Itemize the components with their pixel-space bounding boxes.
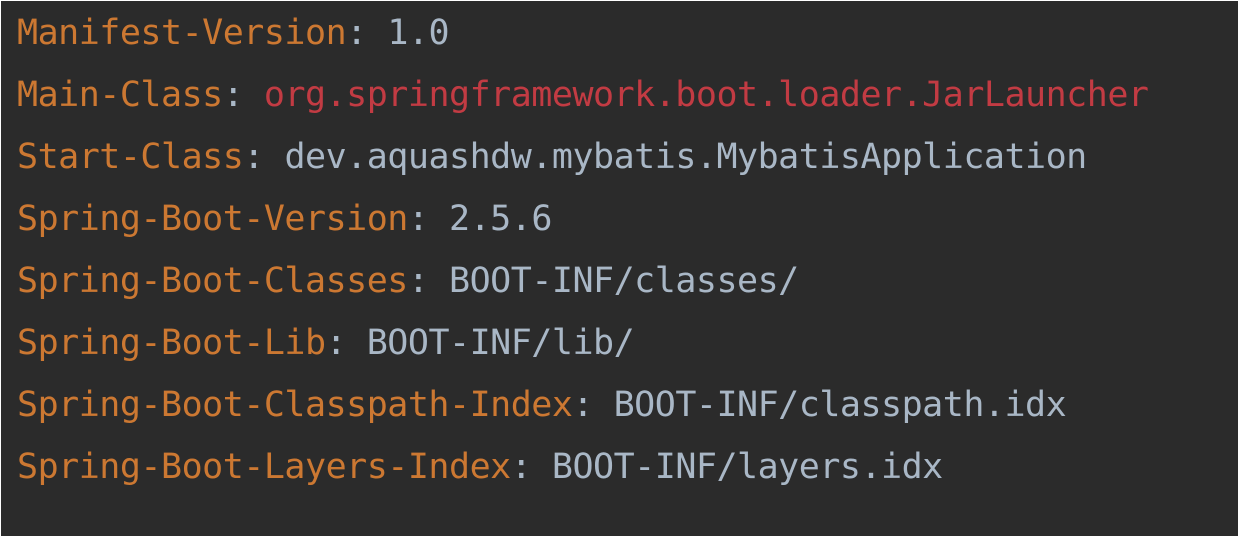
- manifest-value: BOOT-INF/layers.idx: [551, 447, 943, 487]
- manifest-key: Spring-Boot-Classes: [17, 261, 408, 301]
- key-value-separator: :: [243, 137, 285, 177]
- manifest-value: dev.aquashdw.mybatis.MybatisApplication: [284, 137, 1087, 177]
- key-value-separator: :: [346, 13, 388, 53]
- manifest-key: Start-Class: [17, 137, 244, 177]
- manifest-line-start-class: Start-Class: dev.aquashdw.mybatis.Mybati…: [17, 134, 1238, 196]
- manifest-line-spring-boot-version: Spring-Boot-Version: 2.5.6: [17, 196, 1238, 258]
- key-value-separator: :: [407, 199, 450, 239]
- manifest-value: BOOT-INF/lib/: [366, 323, 635, 363]
- manifest-line-spring-boot-classes: Spring-Boot-Classes: BOOT-INF/classes/: [17, 258, 1238, 320]
- manifest-line-spring-boot-classpath-index: Spring-Boot-Classpath-Index: BOOT-INF/cl…: [17, 382, 1238, 444]
- manifest-value: BOOT-INF/classes/: [449, 261, 799, 301]
- manifest-key: Spring-Boot-Layers-Index: [17, 447, 511, 487]
- manifest-key: Spring-Boot-Classpath-Index: [17, 385, 573, 425]
- manifest-line-spring-boot-lib: Spring-Boot-Lib: BOOT-INF/lib/: [17, 320, 1238, 382]
- key-value-separator: :: [510, 447, 552, 487]
- manifest-key: Spring-Boot-Version: [17, 199, 408, 239]
- manifest-line-main-class: Main-Class: org.springframework.boot.loa…: [17, 72, 1238, 134]
- manifest-value-highlighted: org.springframework.boot.loader.JarLaunc…: [263, 75, 1149, 115]
- manifest-value: 1.0: [387, 13, 450, 53]
- manifest-key: Manifest-Version: [17, 13, 347, 53]
- manifest-line-manifest-version: Manifest-Version: 1.0: [17, 10, 1238, 72]
- key-value-separator: :: [407, 261, 450, 301]
- key-value-separator: :: [222, 75, 264, 115]
- manifest-key: Spring-Boot-Lib: [17, 323, 326, 363]
- manifest-key: Main-Class: [17, 75, 223, 115]
- manifest-value: BOOT-INF/classpath.idx: [613, 385, 1067, 425]
- key-value-separator: :: [572, 385, 614, 425]
- manifest-line-spring-boot-layers-index: Spring-Boot-Layers-Index: BOOT-INF/layer…: [17, 444, 1238, 506]
- code-editor[interactable]: Manifest-Version: 1.0 Main-Class: org.sp…: [1, 1, 1238, 536]
- key-value-separator: :: [325, 323, 367, 363]
- manifest-value: 2.5.6: [449, 199, 552, 239]
